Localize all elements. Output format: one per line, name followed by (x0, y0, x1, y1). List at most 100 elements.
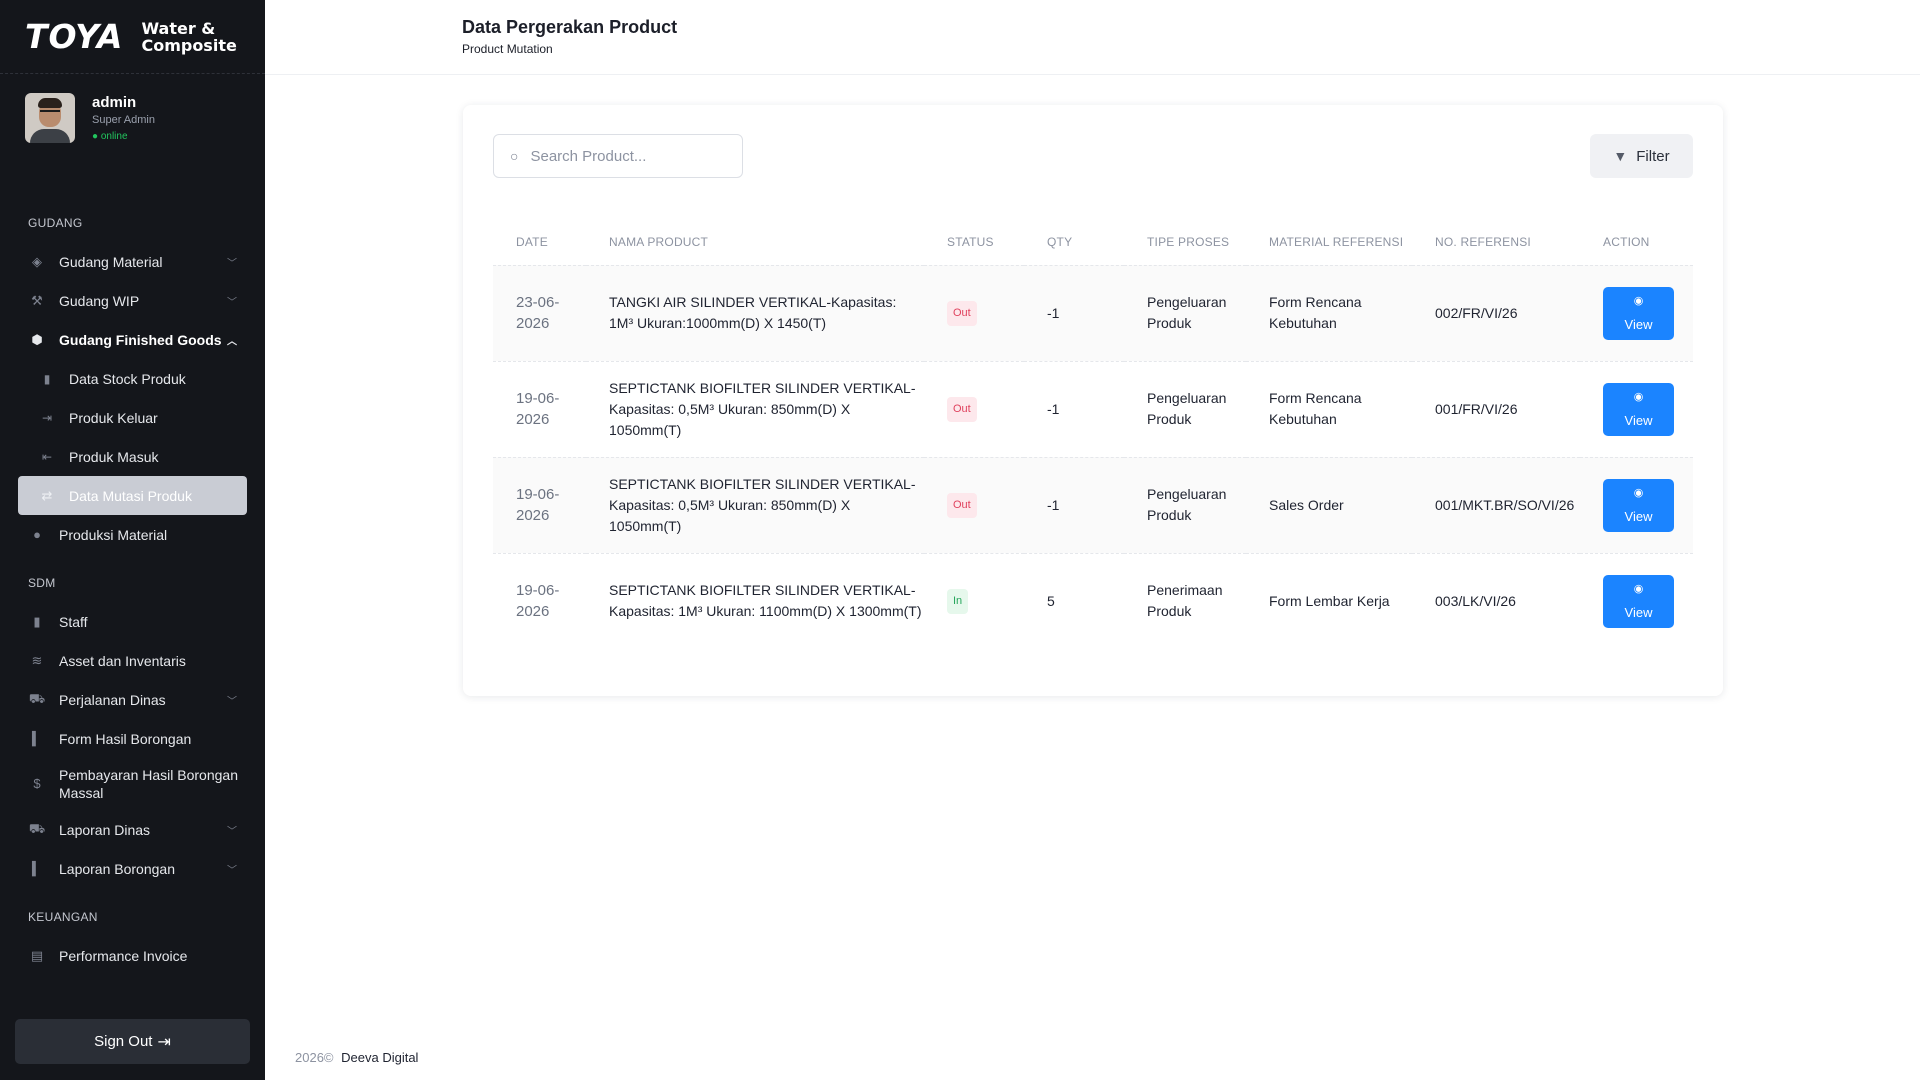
cell-product: SEPTICTANK BIOFILTER SILINDER VERTIKAL-K… (609, 379, 916, 438)
table-row: 19-06-2026 SEPTICTANK BIOFILTER SILINDER… (493, 553, 1693, 649)
view-button[interactable]: ◉ View (1603, 382, 1674, 436)
online-status: ● online (92, 131, 128, 142)
cell-date: 19-06-2026 (516, 582, 560, 621)
column-header-no-referensi[interactable]: NO. REFERENSI (1412, 220, 1580, 265)
bar-icon: ▍ (32, 730, 42, 746)
sidebar-item-produk-masuk[interactable]: ⇤ Produk Masuk (0, 437, 265, 476)
circle-icon: ● (33, 527, 41, 542)
column-header-nama-product[interactable]: NAMA PRODUCT (586, 220, 924, 265)
sidebar-item-label: Produk Keluar (69, 409, 158, 426)
mutation-card: ○ ▼ Filter DATE NAMA PRODUCT STATUS QTY … (463, 105, 1723, 696)
sidebar-item-label: Perjalanan Dinas (59, 691, 166, 708)
brand-logo[interactable]: TOYA Water & Composite (0, 0, 265, 74)
table-row: 23-06-2026 TANGKI AIR SILINDER VERTIKAL-… (493, 265, 1693, 361)
table-row: 19-06-2026 SEPTICTANK BIOFILTER SILINDER… (493, 361, 1693, 457)
cell-tipe-proses: Pengeluaran Produk (1147, 486, 1227, 523)
cell-material-referensi: Form Rencana Kebutuhan (1269, 294, 1362, 331)
view-button[interactable]: ◉ View (1603, 574, 1674, 628)
cell-qty: -1 (1047, 304, 1060, 321)
cell-qty: -1 (1047, 496, 1060, 513)
status-badge: Out (947, 300, 977, 326)
section-title-keuangan: KEUANGAN (28, 910, 98, 924)
status-badge: Out (947, 492, 977, 518)
sidebar-item-produksi-material[interactable]: ● Produksi Material (0, 515, 265, 554)
dollar-icon: $ (33, 776, 41, 791)
person-icon: ▮ (33, 613, 41, 629)
swap-icon: ⇄ (41, 487, 53, 503)
view-button[interactable]: ◉ View (1603, 478, 1674, 532)
sidebar-item-performance-invoice[interactable]: ▤ Performance Invoice (0, 936, 265, 975)
user-profile: admin Super Admin ● online (0, 74, 265, 224)
sidebar-item-form-hasil-borongan[interactable]: ▍ Form Hasil Borongan (0, 719, 265, 758)
cell-no-referensi: 002/FR/VI/26 (1435, 304, 1518, 321)
search-icon: ○ (510, 148, 519, 164)
cube-stack-icon: ◈ (32, 253, 42, 269)
sidebar-item-label: Form Hasil Borongan (59, 730, 192, 747)
status-badge: In (947, 588, 969, 614)
footer-company-link[interactable]: Deeva Digital (341, 1050, 418, 1065)
sidebar-item-staff[interactable]: ▮ Staff (0, 602, 265, 641)
cell-no-referensi: 001/MKT.BR/SO/VI/26 (1435, 496, 1575, 513)
profile-role: Super Admin (92, 114, 155, 126)
view-label: View (1624, 317, 1653, 332)
sign-out-button[interactable]: Sign Out ⇥ (15, 1019, 250, 1064)
cell-tipe-proses: Penerimaan Produk (1147, 582, 1223, 620)
sidebar-item-label: Produksi Material (59, 526, 168, 543)
sidebar-item-label: Laporan Borongan (59, 860, 175, 877)
cell-tipe-proses: Pengeluaran Produk (1147, 294, 1227, 331)
cell-date: 23-06-2026 (516, 294, 560, 332)
sidebar-item-asset-inventaris[interactable]: ≋ Asset dan Inventaris (0, 641, 265, 680)
footer-year: 2026© (295, 1050, 334, 1065)
sidebar-item-pembayaran-hasil-borongan[interactable]: $ Pembayaran Hasil Borongan Massal (0, 758, 265, 810)
sidebar-item-laporan-dinas[interactable]: ⛟ Laporan Dinas ﹀ (0, 810, 265, 849)
column-header-action: ACTION (1603, 235, 1650, 250)
sidebar-item-label: Laporan Dinas (59, 821, 151, 838)
sidebar-item-gudang-wip[interactable]: ⚒ Gudang WIP ﹀ (0, 281, 265, 320)
document-icon: ▮ (43, 371, 51, 386)
column-header-status[interactable]: STATUS (924, 220, 1024, 265)
search-box[interactable]: ○ (493, 134, 743, 178)
column-header-tipe-proses[interactable]: TIPE PROSES (1124, 220, 1246, 265)
sidebar-item-label: Performance Invoice (59, 947, 188, 964)
sidebar-item-laporan-borongan[interactable]: ▍ Laporan Borongan ﹀ (0, 849, 265, 888)
sidebar-item-label: Staff (59, 613, 88, 630)
cell-material-referensi: Sales Order (1269, 496, 1344, 513)
view-label: View (1624, 413, 1653, 428)
chevron-down-icon: ﹀ (227, 696, 237, 707)
sidebar-item-label: Asset dan Inventaris (59, 652, 186, 669)
sidebar-item-data-stock-produk[interactable]: ▮ Data Stock Produk (0, 359, 265, 398)
table-row: 19-06-2026 SEPTICTANK BIOFILTER SILINDER… (493, 457, 1693, 553)
invoice-icon: ▤ (30, 947, 44, 963)
column-header-qty[interactable]: QTY (1024, 220, 1124, 265)
eye-icon: ◉ (1633, 487, 1644, 499)
sidebar-item-label: Pembayaran Hasil Borongan Massal (59, 767, 238, 801)
sidebar-item-produk-keluar[interactable]: ⇥ Produk Keluar (0, 398, 265, 437)
chevron-down-icon: ﹀ (227, 297, 237, 308)
avatar[interactable] (25, 93, 75, 143)
mutation-table: DATE NAMA PRODUCT STATUS QTY TIPE PROSES… (493, 220, 1693, 649)
wrench-icon: ⚒ (31, 292, 43, 308)
chevron-down-icon: ﹀ (227, 826, 237, 837)
section-title-sdm: SDM (28, 576, 56, 590)
cell-date: 19-06-2026 (516, 390, 560, 428)
eye-icon: ◉ (1633, 295, 1644, 307)
sidebar-item-gudang-finished-goods[interactable]: ⬢ Gudang Finished Goods ︿ (0, 320, 265, 359)
column-header-date[interactable]: DATE (493, 220, 586, 265)
sign-out-icon: ⇥ (157, 1033, 171, 1051)
cell-tipe-proses: Pengeluaran Produk (1147, 390, 1227, 427)
chevron-down-icon: ﹀ (227, 258, 237, 269)
view-button[interactable]: ◉ View (1603, 286, 1674, 340)
sidebar-item-gudang-material[interactable]: ◈ Gudang Material ﹀ (0, 242, 265, 281)
cell-no-referensi: 001/FR/VI/26 (1435, 400, 1518, 417)
table-header-row: DATE NAMA PRODUCT STATUS QTY TIPE PROSES… (493, 220, 1693, 265)
column-header-material-referensi[interactable]: MATERIAL REFERENSI (1246, 220, 1412, 265)
sidebar: TOYA Water & Composite admin Super Admin… (0, 0, 265, 1080)
sidebar-item-perjalanan-dinas[interactable]: ⛟ Perjalanan Dinas ﹀ (0, 680, 265, 719)
filter-button[interactable]: ▼ Filter (1590, 134, 1693, 178)
cell-no-referensi: 003/LK/VI/26 (1435, 592, 1516, 609)
sidebar-item-data-mutasi-produk[interactable]: ⇄ Data Mutasi Produk (18, 476, 247, 515)
eye-icon: ◉ (1633, 583, 1644, 596)
page-title: Data Pergerakan Product (462, 17, 678, 37)
search-input[interactable] (530, 147, 721, 165)
eye-icon: ◉ (1633, 391, 1644, 403)
